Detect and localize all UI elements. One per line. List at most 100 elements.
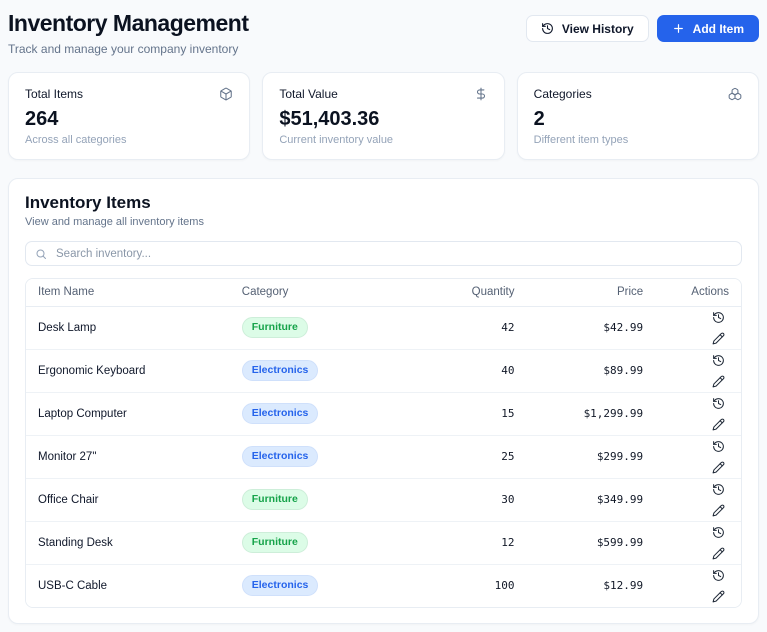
item-price: $1,299.99 (526, 392, 655, 435)
category-badge: Furniture (242, 489, 308, 510)
history-icon (541, 22, 554, 35)
item-name: Monitor 27" (26, 435, 230, 478)
table-header-row: Item Name Category Quantity Price Action… (26, 279, 741, 306)
item-quantity: 100 (419, 564, 526, 607)
row-history-button[interactable] (708, 479, 729, 500)
table-row: Monitor 27" Electronics 25 $299.99 (26, 435, 741, 478)
column-header-quantity: Quantity (419, 279, 526, 306)
pencil-icon (712, 461, 725, 474)
add-item-label: Add Item (693, 22, 744, 36)
column-header-item-name: Item Name (26, 279, 230, 306)
view-history-button[interactable]: View History (526, 15, 649, 42)
item-quantity: 30 (419, 478, 526, 521)
section-title: Inventory Items (25, 193, 742, 213)
item-name: Standing Desk (26, 521, 230, 564)
table-row: Standing Desk Furniture 12 $599.99 (26, 521, 741, 564)
stat-sub: Across all categories (25, 134, 233, 146)
pencil-icon (712, 332, 725, 345)
stats-row: Total Items 264 Across all categories To… (8, 72, 759, 160)
history-icon (712, 483, 725, 496)
header-actions: View History Add Item (526, 15, 759, 42)
item-price: $599.99 (526, 521, 655, 564)
search-bar (25, 241, 742, 266)
item-quantity: 25 (419, 435, 526, 478)
stat-card-total-value: Total Value $51,403.36 Current inventory… (262, 72, 504, 160)
row-edit-button[interactable] (708, 457, 729, 478)
plus-icon (672, 22, 685, 35)
item-name: Laptop Computer (26, 392, 230, 435)
stat-label: Total Value (279, 87, 337, 101)
category-badge: Furniture (242, 532, 308, 553)
search-icon (35, 248, 47, 260)
row-edit-button[interactable] (708, 328, 729, 349)
stat-label: Categories (534, 87, 592, 101)
stat-label: Total Items (25, 87, 83, 101)
item-quantity: 12 (419, 521, 526, 564)
item-price: $89.99 (526, 349, 655, 392)
pencil-icon (712, 418, 725, 431)
pencil-icon (712, 375, 725, 388)
section-subtitle: View and manage all inventory items (25, 216, 742, 228)
history-icon (712, 397, 725, 410)
category-badge: Furniture (242, 317, 308, 338)
dollar-sign-icon (474, 87, 488, 101)
row-history-button[interactable] (708, 393, 729, 414)
inventory-items-card: Inventory Items View and manage all inve… (8, 178, 759, 624)
row-edit-button[interactable] (708, 500, 729, 521)
page-subtitle: Track and manage your company inventory (8, 42, 249, 56)
stat-card-total-items: Total Items 264 Across all categories (8, 72, 250, 160)
category-badge: Electronics (242, 446, 319, 467)
item-price: $12.99 (526, 564, 655, 607)
row-edit-button[interactable] (708, 586, 729, 607)
table-row: USB-C Cable Electronics 100 $12.99 (26, 564, 741, 607)
item-name: Desk Lamp (26, 306, 230, 349)
item-quantity: 15 (419, 392, 526, 435)
history-icon (712, 526, 725, 539)
column-header-actions: Actions (655, 279, 741, 306)
column-header-category: Category (230, 279, 419, 306)
boxes-icon (728, 87, 742, 101)
stat-card-categories: Categories 2 Different item types (517, 72, 759, 160)
row-history-button[interactable] (708, 307, 729, 328)
page-header-text: Inventory Management Track and manage yo… (8, 10, 249, 56)
table-row: Office Chair Furniture 30 $349.99 (26, 478, 741, 521)
item-name: Office Chair (26, 478, 230, 521)
inventory-page: Inventory Management Track and manage yo… (0, 0, 767, 632)
column-header-price: Price (526, 279, 655, 306)
pencil-icon (712, 590, 725, 603)
pencil-icon (712, 504, 725, 517)
table-row: Ergonomic Keyboard Electronics 40 $89.99 (26, 349, 741, 392)
table-row: Laptop Computer Electronics 15 $1,299.99 (26, 392, 741, 435)
stat-sub: Different item types (534, 134, 742, 146)
package-icon (219, 87, 233, 101)
item-price: $42.99 (526, 306, 655, 349)
row-history-button[interactable] (708, 522, 729, 543)
row-history-button[interactable] (708, 565, 729, 586)
history-icon (712, 440, 725, 453)
category-badge: Electronics (242, 360, 319, 381)
row-edit-button[interactable] (708, 414, 729, 435)
history-icon (712, 354, 725, 367)
stat-value: 2 (534, 108, 742, 131)
row-edit-button[interactable] (708, 543, 729, 564)
pencil-icon (712, 547, 725, 560)
stat-sub: Current inventory value (279, 134, 487, 146)
item-quantity: 42 (419, 306, 526, 349)
item-price: $349.99 (526, 478, 655, 521)
row-history-button[interactable] (708, 436, 729, 457)
search-input[interactable] (25, 241, 742, 266)
view-history-label: View History (562, 22, 634, 36)
stat-value: 264 (25, 108, 233, 131)
stat-value: $51,403.36 (279, 108, 487, 131)
item-name: Ergonomic Keyboard (26, 349, 230, 392)
history-icon (712, 569, 725, 582)
add-item-button[interactable]: Add Item (657, 15, 759, 42)
table-row: Desk Lamp Furniture 42 $42.99 (26, 306, 741, 349)
row-edit-button[interactable] (708, 371, 729, 392)
item-name: USB-C Cable (26, 564, 230, 607)
item-price: $299.99 (526, 435, 655, 478)
history-icon (712, 311, 725, 324)
category-badge: Electronics (242, 403, 319, 424)
row-history-button[interactable] (708, 350, 729, 371)
item-quantity: 40 (419, 349, 526, 392)
